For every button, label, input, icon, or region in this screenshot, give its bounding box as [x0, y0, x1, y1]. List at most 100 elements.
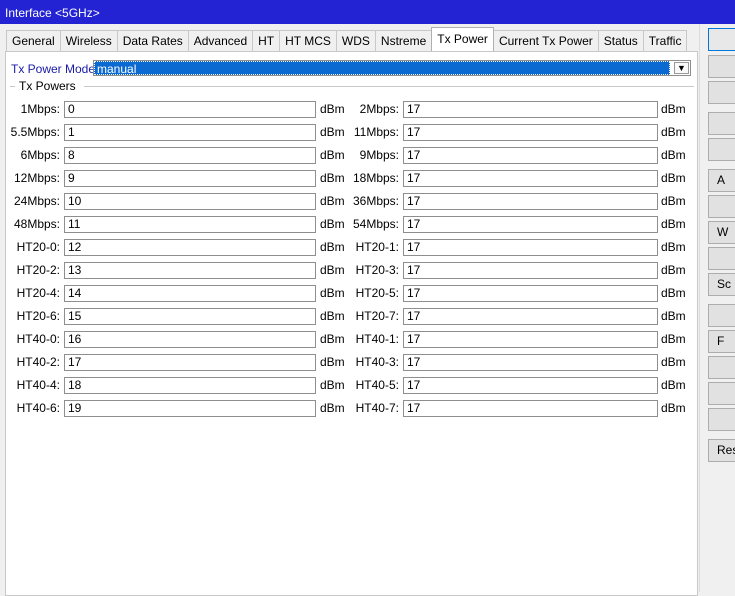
tx-power-input[interactable]: 17: [403, 331, 658, 348]
tab-ht-mcs[interactable]: HT MCS: [279, 30, 337, 51]
unit-label: dBm: [661, 217, 686, 231]
tx-power-input[interactable]: 17: [403, 285, 658, 302]
rate-label: HT20-0:: [16, 240, 60, 254]
tx-power-input[interactable]: 0: [64, 101, 316, 118]
tx-power-input[interactable]: 17: [403, 101, 658, 118]
side-button[interactable]: [708, 138, 735, 161]
side-button[interactable]: [708, 247, 735, 270]
tx-power-input[interactable]: 17: [403, 377, 658, 394]
tx-power-row: 24Mbps: 10 dBm 36Mbps: 17 dBm: [0, 193, 700, 210]
tx-power-input[interactable]: 8: [64, 147, 316, 164]
tab-traffic[interactable]: Traffic: [642, 30, 688, 51]
tx-power-input[interactable]: 17: [403, 216, 658, 233]
group-divider-left: [10, 86, 15, 87]
tx-power-input[interactable]: 15: [64, 308, 316, 325]
side-button[interactable]: Res: [708, 439, 735, 462]
tx-power-row: HT20-2: 13 dBm HT20-3: 17 dBm: [0, 262, 700, 279]
rate-label: HT20-6:: [16, 309, 60, 323]
tab-wds[interactable]: WDS: [335, 30, 376, 51]
unit-label: dBm: [661, 240, 686, 254]
tx-power-input[interactable]: 17: [403, 124, 658, 141]
tx-power-input[interactable]: 17: [403, 308, 658, 325]
unit-label: dBm: [661, 125, 686, 139]
tx-power-input[interactable]: 17: [403, 262, 658, 279]
rate-label: HT40-2:: [16, 355, 60, 369]
tx-power-row: HT40-2: 17 dBm HT40-3: 17 dBm: [0, 354, 700, 371]
tx-power-input[interactable]: 11: [64, 216, 316, 233]
unit-label: dBm: [661, 286, 686, 300]
tx-power-input[interactable]: 10: [64, 193, 316, 210]
unit-label: dBm: [661, 102, 686, 116]
tx-power-row: HT40-4: 18 dBm HT40-5: 17 dBm: [0, 377, 700, 394]
tx-power-row: HT20-6: 15 dBm HT20-7: 17 dBm: [0, 308, 700, 325]
rate-label: 1Mbps:: [20, 102, 60, 116]
side-button[interactable]: [708, 81, 735, 104]
tab-status[interactable]: Status: [597, 30, 644, 51]
tx-power-input[interactable]: 17: [403, 400, 658, 417]
side-button[interactable]: Sc: [708, 273, 735, 296]
rate-label: 54Mbps:: [352, 217, 399, 231]
dropdown-arrow-icon[interactable]: ▼: [674, 62, 689, 74]
tx-power-row: HT20-0: 12 dBm HT20-1: 17 dBm: [0, 239, 700, 256]
window-title: Interface <5GHz>: [5, 6, 100, 20]
side-button[interactable]: [708, 112, 735, 135]
tab-general[interactable]: General: [6, 30, 61, 51]
tab-nstreme[interactable]: Nstreme: [374, 30, 433, 51]
unit-label: dBm: [661, 401, 686, 415]
unit-label: dBm: [661, 148, 686, 162]
tx-power-input[interactable]: 17: [403, 170, 658, 187]
tx-power-input[interactable]: 17: [403, 193, 658, 210]
tx-power-input[interactable]: 17: [64, 354, 316, 371]
rate-label: HT20-3:: [355, 263, 399, 277]
unit-label: dBm: [661, 194, 686, 208]
side-button[interactable]: [708, 356, 735, 379]
tx-power-row: 48Mbps: 11 dBm 54Mbps: 17 dBm: [0, 216, 700, 233]
tx-power-input[interactable]: 17: [403, 354, 658, 371]
side-button[interactable]: [708, 28, 735, 51]
side-button[interactable]: [708, 382, 735, 405]
tx-power-input[interactable]: 1: [64, 124, 316, 141]
rate-label: HT40-6:: [16, 401, 60, 415]
tab-ht[interactable]: HT: [252, 30, 281, 51]
tx-power-input[interactable]: 19: [64, 400, 316, 417]
tx-power-input[interactable]: 17: [403, 147, 658, 164]
side-button[interactable]: [708, 304, 735, 327]
rate-label: 24Mbps:: [13, 194, 60, 208]
rate-label: HT40-3:: [355, 355, 399, 369]
rate-label: HT20-4:: [16, 286, 60, 300]
tx-power-mode-value: manual: [94, 61, 670, 76]
tx-power-input[interactable]: 12: [64, 239, 316, 256]
unit-label: dBm: [661, 332, 686, 346]
tx-power-mode-select[interactable]: manual ▼: [93, 60, 691, 76]
tab-current-tx-power[interactable]: Current Tx Power: [492, 30, 599, 51]
tx-power-input[interactable]: 9: [64, 170, 316, 187]
tx-power-row: 12Mbps: 9 dBm 18Mbps: 17 dBm: [0, 170, 700, 187]
tx-power-row: 5.5Mbps: 1 dBm 11Mbps: 17 dBm: [0, 124, 700, 141]
tx-power-input[interactable]: 16: [64, 331, 316, 348]
rate-label: 6Mbps:: [20, 148, 60, 162]
tab-tx-power[interactable]: Tx Power: [431, 27, 494, 51]
rate-label: HT20-5:: [355, 286, 399, 300]
rate-label: 11Mbps:: [353, 125, 399, 139]
side-button[interactable]: [708, 408, 735, 431]
tab-advanced[interactable]: Advanced: [187, 30, 254, 51]
side-button[interactable]: F: [708, 330, 735, 353]
side-button[interactable]: [708, 55, 735, 78]
tx-power-input[interactable]: 17: [403, 239, 658, 256]
tx-power-input[interactable]: 13: [64, 262, 316, 279]
rate-label: HT40-7:: [355, 401, 399, 415]
unit-label: dBm: [661, 309, 686, 323]
side-button[interactable]: [708, 195, 735, 218]
unit-label: dBm: [661, 171, 686, 185]
group-divider-right: [84, 86, 694, 87]
tab-data-rates[interactable]: Data Rates: [116, 30, 189, 51]
tx-powers-group-title: Tx Powers: [19, 79, 76, 93]
unit-label: dBm: [661, 355, 686, 369]
rate-label: HT40-5:: [355, 378, 399, 392]
tx-power-input[interactable]: 18: [64, 377, 316, 394]
tab-wireless[interactable]: Wireless: [59, 30, 118, 51]
side-button[interactable]: W: [708, 221, 735, 244]
tx-power-input[interactable]: 14: [64, 285, 316, 302]
rate-label: HT20-2:: [16, 263, 60, 277]
side-button[interactable]: A: [708, 169, 735, 192]
